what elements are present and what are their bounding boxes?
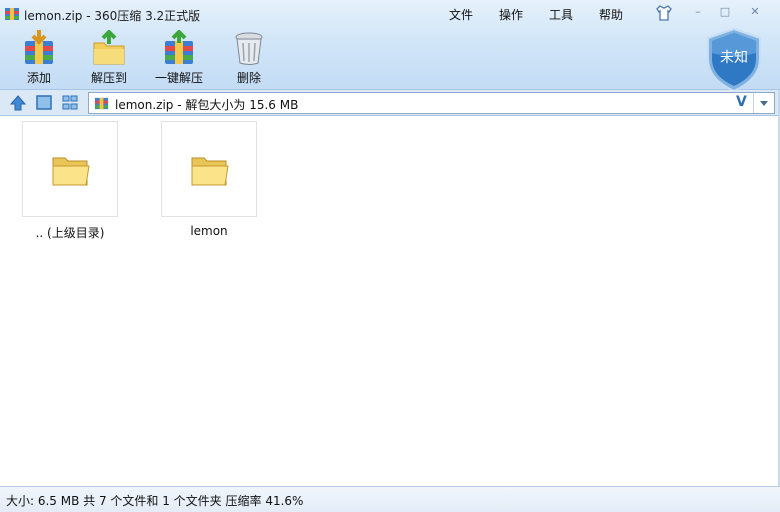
delete-button[interactable]: 删除 bbox=[219, 30, 279, 86]
file-view[interactable]: .. (上级目录) lemon bbox=[0, 117, 778, 485]
extract-folder-icon bbox=[93, 30, 125, 65]
one-click-extract-icon bbox=[165, 30, 193, 64]
address-text: lemon.zip - 解包大小为 15.6 MB bbox=[115, 98, 299, 112]
app-icon bbox=[5, 8, 19, 20]
file-item-parent[interactable]: .. (上级目录) bbox=[22, 121, 122, 241]
menu-file[interactable]: 文件 bbox=[449, 6, 473, 23]
large-icon-view-icon[interactable] bbox=[35, 94, 53, 111]
menu-tools[interactable]: 工具 bbox=[549, 6, 573, 23]
one-click-extract-label: 一键解压 bbox=[154, 71, 203, 85]
menu-help[interactable]: 帮助 bbox=[599, 6, 623, 23]
navigation-bar: lemon.zip - 解包大小为 15.6 MB V bbox=[0, 90, 780, 116]
close-button[interactable]: ✕ bbox=[742, 3, 768, 20]
address-dropdown-button[interactable] bbox=[753, 93, 774, 113]
one-click-extract-button[interactable]: 一键解压 bbox=[149, 30, 209, 86]
add-archive-icon bbox=[25, 30, 53, 64]
archive-icon bbox=[94, 97, 109, 110]
file-item-lemon[interactable]: lemon bbox=[161, 121, 261, 241]
delete-label: 删除 bbox=[236, 71, 261, 85]
folder-icon bbox=[52, 157, 90, 186]
folder-icon bbox=[191, 157, 229, 186]
add-label: 添加 bbox=[26, 71, 51, 85]
title-and-toolbar: lemon.zip - 360压缩 3.2正式版 文件 操作 工具 帮助 – □… bbox=[0, 0, 780, 93]
list-view-icon[interactable] bbox=[61, 94, 79, 111]
file-tile[interactable] bbox=[22, 121, 118, 217]
title-bar[interactable]: lemon.zip - 360压缩 3.2正式版 文件 操作 工具 帮助 – □… bbox=[0, 0, 780, 28]
file-tile[interactable] bbox=[161, 121, 257, 217]
status-bar: 大小: 6.5 MB 共 7 个文件和 1 个文件夹 压缩率 41.6% bbox=[0, 486, 780, 512]
restore-button[interactable]: □ bbox=[715, 3, 735, 20]
minimize-button[interactable]: – bbox=[688, 3, 708, 20]
skin-shirt-icon[interactable] bbox=[655, 4, 673, 22]
verify-icon[interactable]: V bbox=[736, 94, 747, 110]
address-bar[interactable]: lemon.zip - 解包大小为 15.6 MB V bbox=[88, 92, 775, 114]
window-title: lemon.zip - 360压缩 3.2正式版 bbox=[24, 9, 201, 23]
status-text: 大小: 6.5 MB 共 7 个文件和 1 个文件夹 压缩率 41.6% bbox=[6, 494, 304, 508]
file-name: lemon bbox=[190, 224, 228, 238]
trash-icon bbox=[235, 32, 263, 65]
security-status: 未知 bbox=[720, 50, 748, 66]
add-button[interactable]: 添加 bbox=[9, 30, 69, 86]
file-name: .. (上级目录) bbox=[35, 226, 105, 240]
extract-to-label: 解压到 bbox=[90, 71, 127, 85]
menu-operate[interactable]: 操作 bbox=[499, 6, 523, 23]
extract-to-button[interactable]: 解压到 bbox=[79, 30, 139, 86]
up-arrow-icon[interactable] bbox=[9, 94, 27, 111]
